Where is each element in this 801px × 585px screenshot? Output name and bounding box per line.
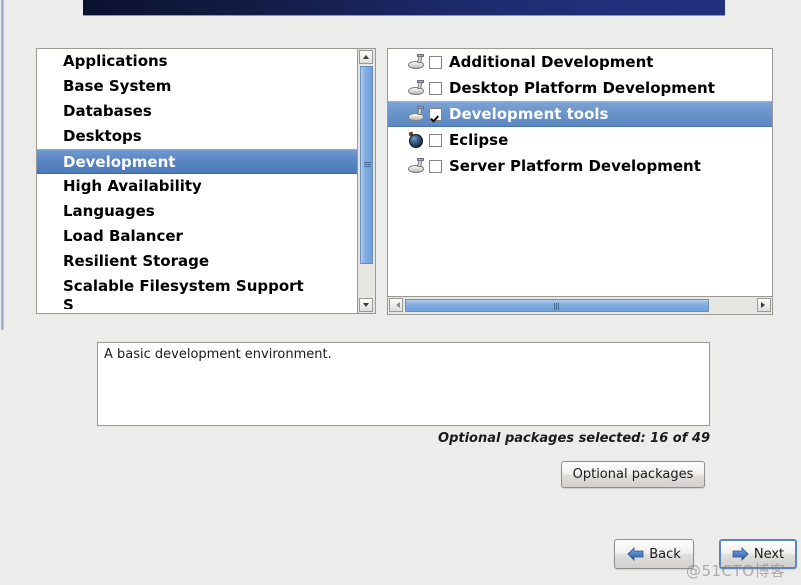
group-list-item-label: Languages [63,202,155,220]
group-list-item[interactable]: Resilient Storage [37,249,357,274]
package-icon [407,54,426,70]
back-button-label: Back [649,546,681,562]
package-icon [407,158,426,174]
scroll-grip-icon [553,303,560,310]
group-list-item[interactable]: Languages [37,199,357,224]
package-list-item[interactable]: Desktop Platform Development [388,75,772,101]
scroll-up-button[interactable] [359,50,373,64]
optional-packages-button-label: Optional packages [572,467,694,482]
package-group-list[interactable]: Additional Development Desktop Platform D… [387,48,773,297]
package-list-item-label: Additional Development [449,53,654,71]
group-description-box: A basic development environment. [97,342,710,426]
vertical-scroll-thumb[interactable] [360,66,373,264]
group-list-item-label: Base System [63,77,172,95]
group-list-item-label: Databases [63,102,152,120]
group-list-item[interactable]: Scalable Filesystem Support [37,274,357,299]
group-list-item-label: Scalable Filesystem Support [63,277,304,295]
optional-packages-count: Optional packages selected: 16 of 49 [438,431,710,446]
group-list-item-label: Applications [63,52,168,70]
package-list-item[interactable]: Server Platform Development [388,153,772,179]
top-banner [83,0,725,16]
group-list-item[interactable]: Base System [37,74,357,99]
package-list-item-label: Desktop Platform Development [449,79,715,97]
package-list-horizontal-scrollbar[interactable] [387,297,773,315]
back-button[interactable]: Back [614,539,694,569]
optional-packages-button[interactable]: Optional packages [561,461,705,488]
package-checkbox[interactable] [429,107,442,121]
scroll-right-button[interactable] [757,298,771,312]
scroll-left-button[interactable] [389,298,403,312]
group-list-item-label: Desktops [63,127,142,145]
group-description-text: A basic development environment. [104,347,332,362]
horizontal-scroll-thumb[interactable] [405,299,709,312]
package-list-item-label: Server Platform Development [449,157,701,175]
package-checkbox[interactable] [429,55,442,69]
triangle-left-icon [393,302,400,308]
group-list-item-label: High Availability [63,177,202,195]
group-list-item-label: Development [63,153,176,171]
group-list-item-label: Load Balancer [63,227,183,245]
group-list-item[interactable]: Databases [37,99,357,124]
arrow-right-icon [732,547,749,561]
package-list-item-label: Development tools [449,105,609,123]
group-list-item[interactable]: Applications [37,49,357,74]
triangle-up-icon [363,55,369,59]
group-list-item[interactable]: Development [37,149,357,174]
eclipse-sphere-icon [407,131,426,148]
package-checkbox[interactable] [429,159,442,173]
group-list-item[interactable]: High Availability [37,174,357,199]
next-button-label: Next [753,546,785,562]
package-list-item[interactable]: Additional Development [388,49,772,75]
package-icon [407,106,426,122]
triangle-down-icon [363,303,369,307]
group-list-item-label: S [63,299,74,309]
group-list-vertical-scrollbar[interactable] [358,48,376,314]
scroll-down-button[interactable] [359,298,373,312]
group-list-item[interactable]: Load Balancer [37,224,357,249]
package-checkbox[interactable] [429,81,442,95]
group-list-item[interactable]: S [37,299,357,309]
triangle-right-icon [760,302,768,308]
package-list-item[interactable]: Eclipse [388,127,772,153]
group-list-item-label: Resilient Storage [63,252,210,270]
left-edge-stripe [0,0,4,330]
group-list[interactable]: Applications Base System Databases Desktops… [36,48,358,314]
package-checkbox[interactable] [429,133,442,147]
package-list-item[interactable]: Development tools [388,101,772,127]
package-list-item-label: Eclipse [449,131,509,149]
next-button[interactable]: Next [719,539,797,569]
arrow-left-icon [627,547,644,561]
group-list-item[interactable]: Desktops [37,124,357,149]
scroll-grip-icon [364,161,371,168]
package-icon [407,80,426,96]
